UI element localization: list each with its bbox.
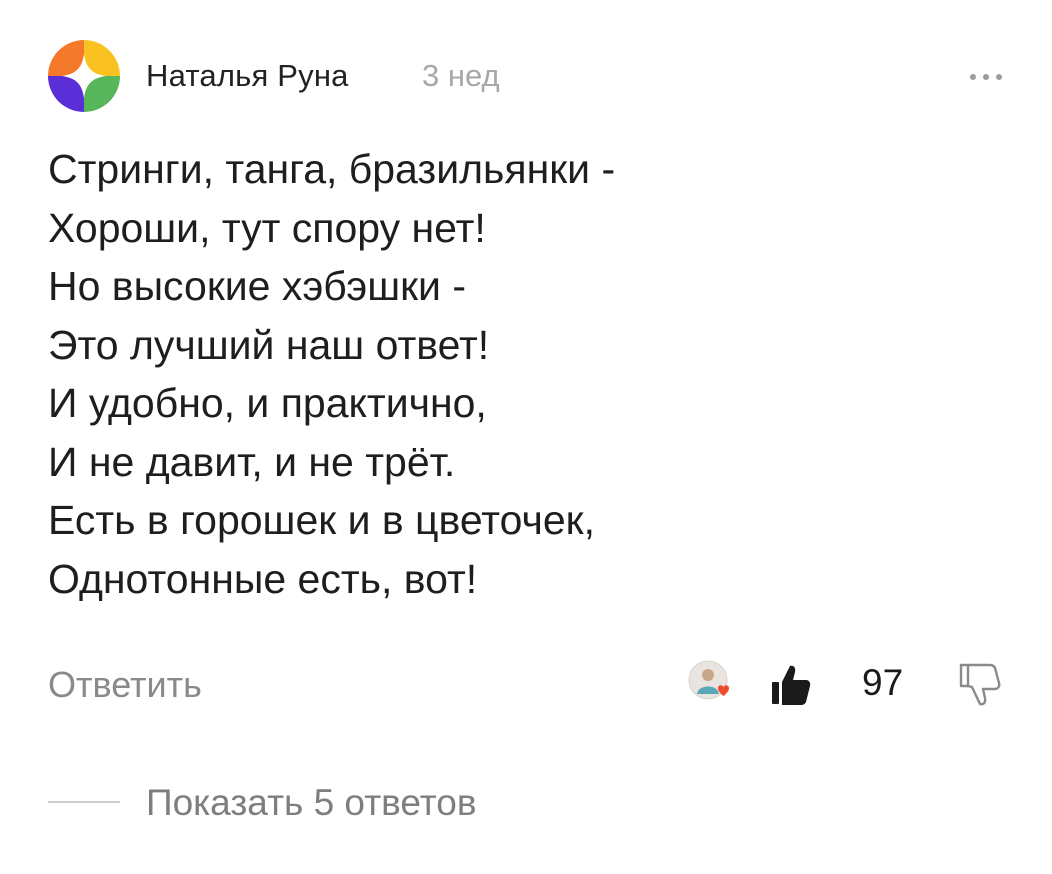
reply-button[interactable]: Ответить: [48, 664, 202, 706]
comment-line: Однотонные есть, вот!: [48, 555, 478, 602]
comment-time: 3 нед: [422, 58, 500, 93]
author-name[interactable]: Наталья Руна: [146, 58, 349, 94]
comment-body: Стринги, танга, бразильянки - Хороши, ту…: [48, 140, 988, 608]
comment-line: Хороши, тут спору нет!: [48, 204, 486, 251]
comment-line: Это лучший наш ответ!: [48, 321, 490, 368]
multicolor-star-avatar-icon: [48, 40, 120, 112]
liker-avatar-icon[interactable]: [688, 660, 732, 704]
comment-line: Стринги, танга, бразильянки -: [48, 146, 616, 192]
comment-line: И не давит, и не трёт.: [48, 438, 456, 485]
more-dots-icon[interactable]: [964, 60, 1008, 90]
show-replies-button[interactable]: Показать 5 ответов: [48, 778, 748, 828]
comment-line: И удобно, и практично,: [48, 380, 487, 426]
show-replies-label: Показать 5 ответов: [146, 782, 477, 823]
comment-header: Наталья Руна 3 нед: [48, 40, 1008, 114]
thumbs-up-icon[interactable]: [770, 662, 812, 706]
like-count: 97: [862, 662, 904, 703]
divider: [48, 801, 120, 803]
thumbs-down-icon[interactable]: [958, 662, 1002, 708]
comment-line: Но высокие хэбэшки -: [48, 263, 466, 309]
comment-card: Наталья Руна 3 нед Стринги, танга, брази…: [0, 0, 1052, 874]
author-avatar[interactable]: [48, 40, 120, 112]
comment-actions: Ответить 97: [48, 656, 1008, 716]
comment-line: Есть в горошек и в цветочек,: [48, 497, 595, 543]
